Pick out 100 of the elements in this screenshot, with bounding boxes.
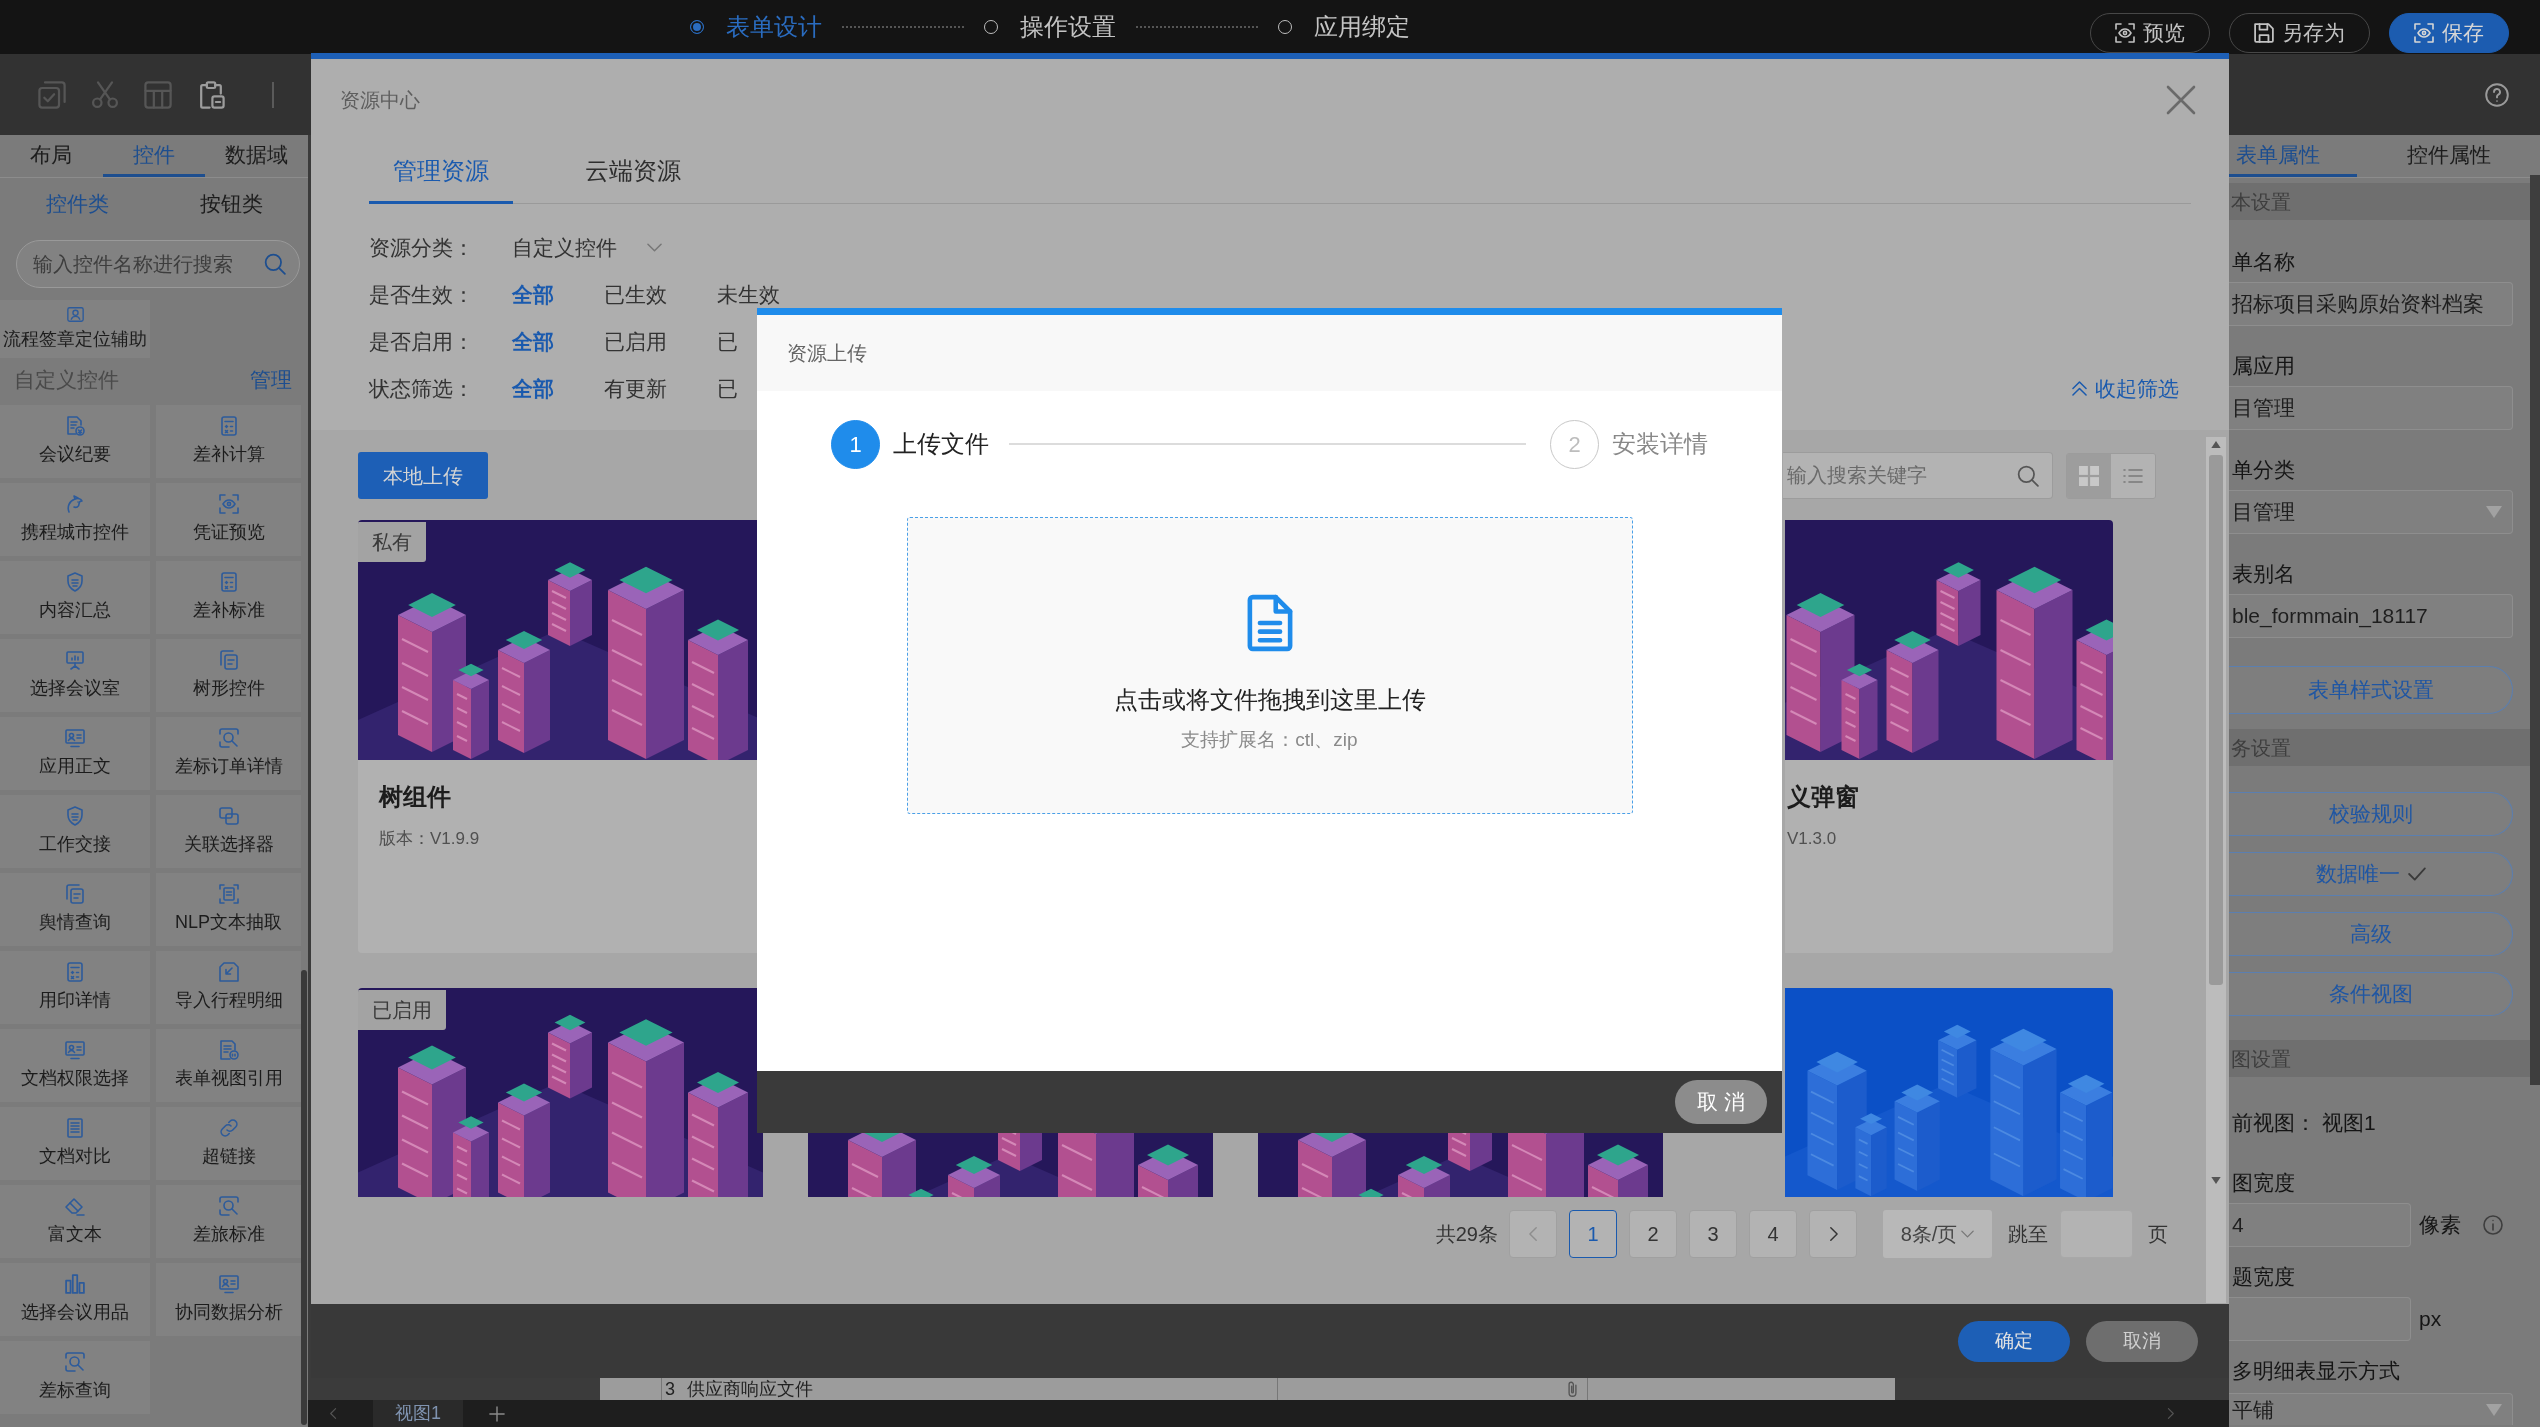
close-icon[interactable] — [2168, 86, 2194, 113]
scrollbar[interactable] — [2206, 437, 2226, 1303]
card-version: V1.3.0 — [1786, 828, 1838, 850]
clipboard-icon[interactable] — [197, 80, 225, 109]
scrollbar[interactable] — [2530, 175, 2540, 1085]
dropdown[interactable]: 目管理 — [2229, 490, 2513, 534]
filter-option[interactable]: 全部 — [512, 325, 554, 358]
dialog-tab[interactable]: 云端资源 — [561, 140, 705, 204]
control-tile[interactable]: 流程签章定位辅助 — [0, 300, 150, 358]
header-button[interactable]: 保存 — [2389, 13, 2509, 53]
scrollbar-thumb[interactable] — [2209, 455, 2223, 985]
caret-icon — [2486, 1403, 2502, 1416]
step-number: 1 — [831, 419, 880, 469]
text-field[interactable]: 招标项目采购原始资料档案 — [2229, 282, 2513, 326]
control-tile[interactable]: 用印详情 — [0, 951, 150, 1024]
page-button[interactable]: 3 — [1689, 1210, 1737, 1258]
control-tile[interactable]: 差补计算 — [156, 405, 301, 478]
text-field[interactable]: ble_formmain_18117 — [2229, 594, 2513, 638]
paperclip-icon[interactable] — [1568, 1380, 1577, 1398]
control-tile[interactable]: 表单视图引用 — [156, 1029, 301, 1102]
calculator-icon — [218, 415, 239, 436]
panel-tab[interactable]: 控件属性 — [2357, 135, 2540, 177]
control-tile[interactable]: 凭证预览 — [156, 483, 301, 556]
view-toggle-button[interactable] — [2111, 453, 2155, 498]
eye-icon — [218, 493, 239, 514]
help-icon[interactable] — [2485, 82, 2509, 107]
shield-icon — [65, 805, 85, 826]
step-label: 安装详情 — [1612, 429, 1708, 459]
control-tile[interactable]: 应用正文 — [0, 717, 150, 790]
page-size-dropdown[interactable]: 8条/页 — [1883, 1210, 1992, 1258]
filter-option[interactable]: 已启用 — [604, 325, 667, 358]
scroll-up-icon[interactable] — [2211, 441, 2221, 448]
control-tile[interactable]: 选择会议室 — [0, 639, 150, 712]
chevron-right-icon[interactable] — [2167, 1407, 2174, 1420]
filter-option[interactable]: 全部 — [512, 372, 554, 405]
filter-option[interactable]: 有更新 — [604, 372, 667, 405]
scrollbar[interactable] — [301, 970, 307, 1425]
chevron-left-icon — [1528, 1226, 1538, 1242]
squares-icon — [218, 805, 239, 826]
search-field[interactable]: 输入搜索关键字 — [1783, 452, 2053, 499]
control-tile[interactable]: 超链接 — [156, 1107, 301, 1180]
unit-label: 像素 — [2419, 1212, 2461, 1239]
dialog-tab[interactable]: 管理资源 — [369, 140, 513, 204]
info-icon[interactable] — [2483, 1215, 2503, 1235]
category-dropdown[interactable]: 自定义控件 — [512, 231, 662, 264]
next-page-button[interactable] — [1809, 1210, 1857, 1258]
upload-dropzone[interactable]: 点击或将文件拖拽到这里上传 支持扩展名：ctl、zip — [906, 517, 1633, 814]
text-field[interactable] — [2229, 1297, 2411, 1341]
control-tile[interactable]: 树形控件 — [156, 639, 301, 712]
footer-button[interactable]: 取消 — [2086, 1320, 2198, 1362]
control-tile[interactable]: 会议纪要 — [0, 405, 150, 478]
control-tile[interactable]: 差旅标准 — [156, 1185, 301, 1258]
category-tab[interactable]: 按钮类 — [154, 181, 308, 227]
control-tile[interactable]: 导入行程明细 — [156, 951, 301, 1024]
filter-option[interactable]: 已 — [717, 372, 738, 405]
control-tile[interactable]: 工作交接 — [0, 795, 150, 868]
filter-label: 状态筛选： — [369, 375, 475, 402]
footer-button[interactable]: 取 消 — [1675, 1080, 1767, 1124]
dropdown[interactable]: 平铺 — [2229, 1393, 2513, 1425]
view-toggle-button[interactable] — [2067, 453, 2111, 498]
control-tile[interactable]: 富文本 — [0, 1185, 150, 1258]
control-tile[interactable]: 文档对比 — [0, 1107, 150, 1180]
search-field[interactable]: 输入控件名称进行搜索 — [16, 240, 300, 288]
filter-label: 是否启用： — [369, 328, 475, 355]
card-title: 树组件 — [377, 782, 452, 812]
filter-option[interactable]: 全部 — [512, 278, 554, 311]
control-tile[interactable]: 差标订单详情 — [156, 717, 301, 790]
caret-icon — [2486, 506, 2502, 518]
resource-card[interactable]: 义弹窗 V1.3.0 — [1785, 520, 2113, 953]
control-tile[interactable]: NLP文本抽取 — [156, 873, 301, 946]
text-field[interactable]: 目管理 — [2229, 386, 2513, 430]
filter-option[interactable]: 未生效 — [717, 278, 780, 311]
add-icon[interactable] — [489, 1405, 505, 1422]
control-tile[interactable]: 选择会议用品 — [0, 1263, 150, 1336]
presentation-board-icon — [65, 649, 85, 670]
panel-tab[interactable]: 数据域 — [205, 135, 308, 177]
control-tile[interactable]: 内容汇总 — [0, 561, 150, 634]
text-field[interactable]: 4 — [2229, 1203, 2411, 1247]
row-number: 3 — [665, 1379, 675, 1399]
view-tab[interactable]: 视图1 — [373, 1400, 463, 1427]
filter-option[interactable]: 已生效 — [604, 278, 667, 311]
control-tile[interactable]: 差补标准 — [156, 561, 301, 634]
scroll-down-icon[interactable] — [2211, 1177, 2221, 1184]
chevron-left-icon[interactable] — [330, 1407, 337, 1420]
bar-chart-icon — [65, 1273, 85, 1294]
control-tile[interactable]: 差标查询 — [0, 1341, 150, 1414]
control-tile[interactable]: 关联选择器 — [156, 795, 301, 868]
collapse-filter-link[interactable]: 收起筛选 — [2072, 372, 2179, 405]
page-button[interactable]: 1 — [1569, 1210, 1617, 1258]
panel-tab[interactable]: 布局 — [0, 135, 103, 177]
control-tile[interactable]: 协同数据分析 — [156, 1263, 301, 1336]
control-tile[interactable]: 文档权限选择 — [0, 1029, 150, 1102]
upload-button[interactable]: 本地上传 — [358, 452, 488, 499]
filter-option[interactable]: 已 — [717, 325, 738, 358]
control-tile[interactable]: 舆情查询 — [0, 873, 150, 946]
page-button[interactable]: 2 — [1629, 1210, 1677, 1258]
control-tile[interactable]: 携程城市控件 — [0, 483, 150, 556]
footer-button[interactable]: 确定 — [1958, 1320, 2070, 1362]
page-suffix-label: 页 — [2148, 1222, 2168, 1247]
page-button[interactable]: 4 — [1749, 1210, 1797, 1258]
